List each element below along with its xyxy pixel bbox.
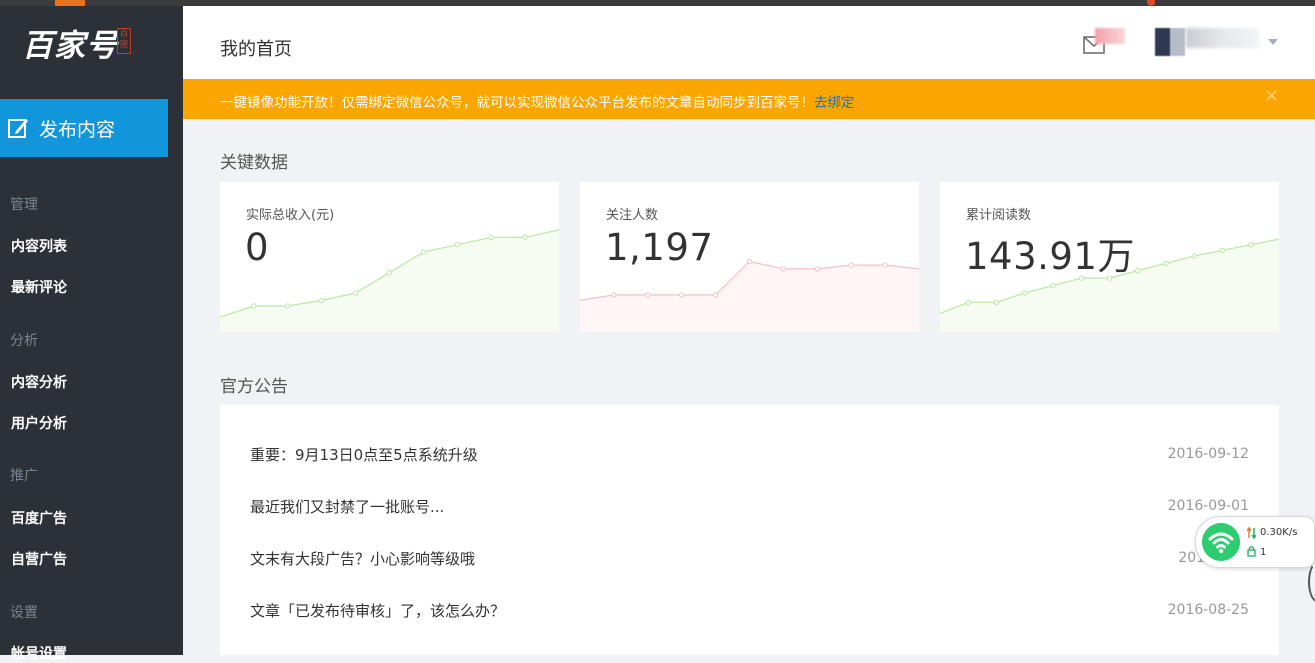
announcement-date: 2016-09-12: [1167, 446, 1249, 462]
sparkline-point: [488, 234, 494, 240]
brand-logo: 百家号: [22, 28, 118, 64]
top-bar: 我的首页: [183, 6, 1315, 79]
stat-label: 累计阅读数: [966, 208, 1032, 223]
sidebar-item-user-analysis[interactable]: 用户分析: [11, 413, 67, 433]
sparkline-point: [251, 303, 257, 309]
notice-bar: 一键镜像功能开放！仅需绑定微信公众号，就可以实现微信公众平台发布的文章自动同步到…: [183, 79, 1315, 119]
sidebar: 百家号 百度 发布内容 管理 内容列表 最新评论 分析 内容分析 用户分析 推广…: [0, 6, 183, 662]
connection-count: 1: [1260, 547, 1267, 558]
nav-section-settings: 设置: [10, 605, 38, 621]
announcement-title[interactable]: 最近我们又封禁了一批账号...: [250, 496, 444, 517]
sparkline-point: [746, 258, 753, 265]
publish-content-button[interactable]: 发布内容: [0, 99, 168, 157]
sparkline-point: [319, 297, 325, 304]
close-icon[interactable]: ×: [1264, 85, 1279, 106]
network-speed: 0.30K/s: [1260, 527, 1298, 538]
sparkline-point: [1163, 260, 1169, 267]
sparkline-point: [285, 303, 291, 309]
sparkline-point: [882, 262, 888, 268]
sparkline-point: [1248, 242, 1254, 248]
edit-icon: [8, 119, 28, 138]
notice-text: 一键镜像功能开放！仅需绑定微信公众号，就可以实现微信公众平台发布的文章自动同步到…: [220, 95, 814, 111]
edge-decoration: [1308, 562, 1315, 602]
logo-area[interactable]: 百家号 百度: [0, 6, 183, 78]
stat-value: 1,197: [605, 226, 714, 269]
stat-value: 0: [245, 226, 270, 269]
sparkline-point: [679, 292, 685, 298]
sidebar-item-content-list[interactable]: 内容列表: [11, 236, 67, 256]
stat-value: 143.91万: [965, 235, 1135, 278]
avatar[interactable]: [1155, 28, 1185, 56]
sidebar-item-content-analysis[interactable]: 内容分析: [11, 372, 67, 392]
sparkline-point: [965, 299, 971, 306]
username[interactable]: [1186, 28, 1259, 48]
brand-seal: 百度: [117, 28, 131, 54]
announcement-item[interactable]: 文末有大段广告？小心影响等级哦 2016-: [220, 542, 1279, 572]
connection-icon: [1247, 546, 1256, 557]
sparkline-point: [454, 242, 461, 248]
sidebar-item-own-ads[interactable]: 自营广告: [11, 549, 67, 569]
sparkline-point: [1219, 247, 1226, 254]
announcement-item[interactable]: 文章「已发布待审核」了，该怎么办？ 2016-08-25: [220, 594, 1279, 624]
network-speed-widget[interactable]: 0.30K/s 1: [1195, 516, 1315, 568]
sparkline-point: [420, 249, 427, 255]
sparkline-point: [712, 292, 719, 298]
announcement-date: 2016-08-25: [1167, 602, 1249, 618]
announcement-title[interactable]: 文末有大段广告？小心影响等级哦: [250, 548, 475, 569]
sidebar-item-account-settings[interactable]: 帐号设置: [11, 643, 67, 663]
nav-section-analysis: 分析: [10, 333, 38, 349]
announcement-title[interactable]: 文章「已发布待审核」了，该怎么办？: [250, 600, 505, 621]
nav-section-promotion: 推广: [10, 468, 38, 484]
announcement-date: 2016-09-01: [1167, 498, 1249, 514]
sidebar-item-baidu-ads[interactable]: 百度广告: [11, 508, 67, 528]
sparkline-point: [386, 269, 393, 276]
notice-message: 一键镜像功能开放！仅需绑定微信公众号，就可以实现微信公众平台发布的文章自动同步到…: [220, 91, 855, 111]
sparkline-area: [220, 229, 559, 332]
nav-section-manage: 管理: [10, 197, 38, 213]
announcement-title[interactable]: 重要：9月13日0点至5点系统升级: [250, 444, 478, 465]
announcements-panel: 重要：9月13日0点至5点系统升级 2016-09-12 最近我们又封禁了一批账…: [220, 405, 1279, 655]
wifi-icon: [1202, 523, 1240, 561]
key-data-title: 关键数据: [220, 153, 288, 173]
sparkline-point: [611, 292, 617, 298]
chevron-down-icon[interactable]: [1268, 39, 1278, 45]
sparkline-point: [1191, 253, 1198, 259]
transfer-arrows-icon: [1247, 527, 1256, 539]
announcement-item[interactable]: 最近我们又封禁了一批账号... 2016-09-01: [220, 490, 1279, 520]
announcements-title: 官方公告: [220, 377, 288, 397]
bind-wechat-link[interactable]: 去绑定: [814, 95, 855, 111]
sparkline-point: [993, 299, 1000, 306]
publish-content-label: 发布内容: [39, 118, 116, 141]
sparkline-point: [814, 266, 821, 272]
message-badge[interactable]: [1095, 28, 1125, 44]
stat-card-income[interactable]: 实际总收入(元) 0: [220, 182, 559, 332]
sparkline-point: [352, 290, 359, 296]
sparkline-area: [580, 261, 919, 332]
sparkline-point: [1050, 282, 1056, 289]
announcement-item[interactable]: 重要：9月13日0点至5点系统升级 2016-09-12: [220, 438, 1279, 468]
sparkline-point: [1022, 290, 1028, 296]
stat-label: 关注人数: [606, 208, 659, 223]
sparkline-point: [1135, 268, 1141, 274]
sparkline-point: [848, 262, 854, 268]
sparkline-point: [780, 266, 787, 272]
sparkline-point: [645, 292, 651, 298]
sidebar-item-latest-comments[interactable]: 最新评论: [11, 277, 67, 297]
stat-card-followers[interactable]: 关注人数 1,197: [580, 182, 919, 332]
sparkline-point: [522, 234, 528, 240]
stat-card-total-reads[interactable]: 累计阅读数 143.91万: [940, 182, 1279, 332]
stat-label: 实际总收入(元): [246, 208, 335, 223]
page-title: 我的首页: [220, 39, 292, 60]
